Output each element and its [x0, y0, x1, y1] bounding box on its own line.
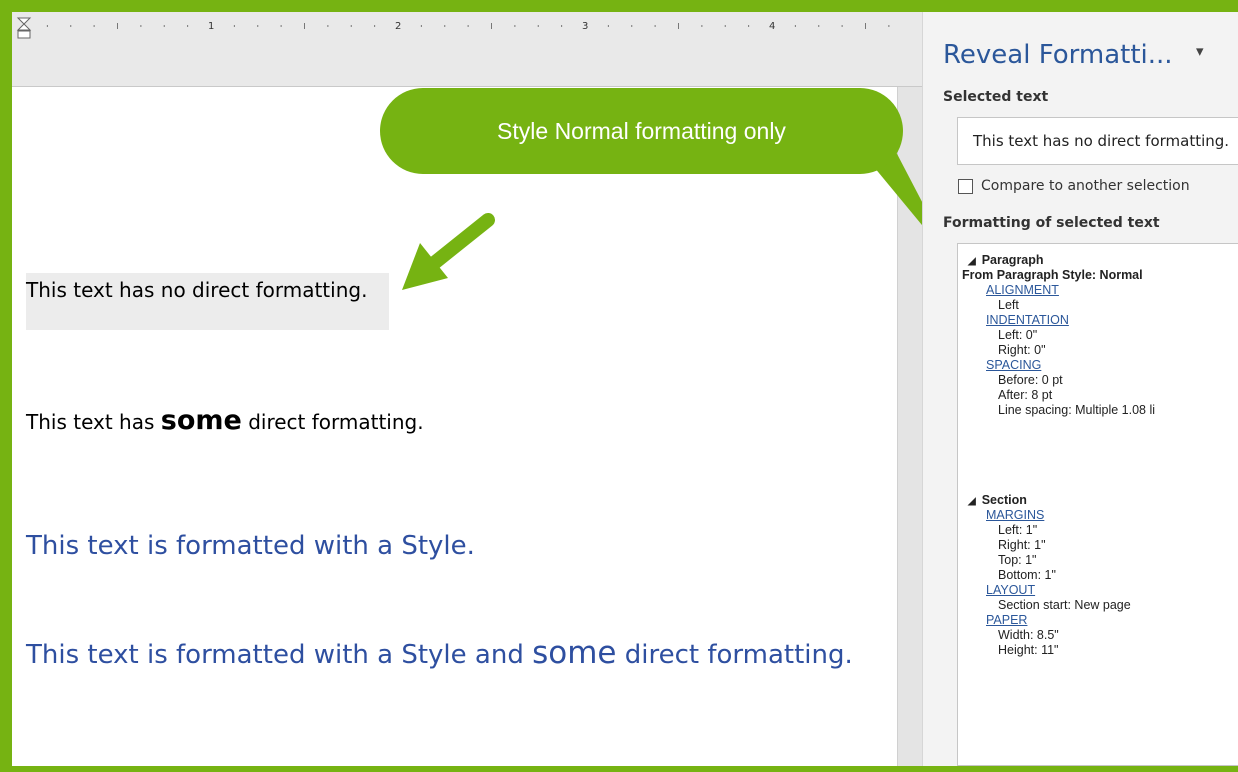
alignment-link[interactable]: ALIGNMENT — [986, 283, 1059, 297]
paragraph-header-label: Paragraph — [981, 253, 1044, 267]
spacing-link[interactable]: SPACING — [986, 358, 1041, 372]
compare-selection-row[interactable]: Compare to another selection — [958, 178, 1190, 194]
left-indent-box-icon — [17, 30, 31, 39]
frame-bottom-border — [0, 766, 1238, 772]
indent-left-value: Left: 0" — [998, 328, 1038, 342]
margin-left-value: Left: 1" — [998, 523, 1038, 537]
doc-line-styled-direct[interactable]: This text is formatted with a Style and … — [26, 635, 853, 671]
ruler-number-3: 3 — [582, 21, 589, 32]
section-header[interactable]: ◢ Section — [968, 493, 1027, 509]
line4-big-word: some — [532, 635, 617, 671]
paragraph-header[interactable]: ◢ Paragraph — [968, 253, 1044, 269]
horizontal-ruler[interactable]: 1 2 3 4 — [12, 12, 922, 87]
selected-text-preview[interactable]: This text has no direct formatting. — [957, 117, 1238, 165]
formatting-label: Formatting of selected text — [943, 215, 1160, 231]
line2-text-before: This text has — [26, 410, 161, 434]
layout-link[interactable]: LAYOUT — [986, 583, 1035, 597]
paper-link[interactable]: PAPER — [986, 613, 1027, 627]
document-page[interactable]: This text has no direct formatting. This… — [12, 87, 897, 766]
line2-bold-word: some — [160, 405, 242, 436]
spacing-after-value: After: 8 pt — [998, 388, 1053, 402]
frame-left-border — [0, 0, 12, 772]
pane-options-dropdown-icon[interactable]: ▾ — [1196, 42, 1204, 60]
collapse-triangle-icon[interactable]: ◢ — [968, 495, 976, 509]
ruler-ticks — [16, 17, 890, 39]
indentation-link[interactable]: INDENTATION — [986, 313, 1069, 327]
margin-top-value: Top: 1" — [998, 553, 1037, 567]
line2-text-after: direct formatting. — [241, 410, 424, 434]
line4-text-before: This text is formatted with a Style and — [26, 640, 533, 670]
section-header-label: Section — [981, 493, 1027, 507]
alignment-value: Left — [998, 298, 1019, 312]
paper-width-value: Width: 8.5" — [998, 628, 1059, 642]
doc-line-no-direct-formatting[interactable]: This text has no direct formatting. — [26, 273, 390, 330]
formatting-details-box: ◢ Paragraph From Paragraph Style: Normal … — [957, 243, 1238, 766]
section-start-value: Section start: New page — [998, 598, 1131, 612]
indent-marker-icon — [16, 17, 32, 31]
line-spacing-value: Line spacing: Multiple 1.08 li — [998, 403, 1156, 417]
ruler-number-2: 2 — [395, 21, 402, 32]
spacing-before-value: Before: 0 pt — [998, 373, 1063, 387]
document-scrollbar[interactable] — [897, 87, 923, 766]
pane-title: Reveal Formatti... — [943, 40, 1173, 70]
ruler-number-1: 1 — [208, 21, 215, 32]
doc-line-styled[interactable]: This text is formatted with a Style. — [26, 531, 475, 561]
ruler-number-4: 4 — [769, 21, 776, 32]
line4-text-after: direct formatting. — [616, 640, 853, 670]
margins-link[interactable]: MARGINS — [986, 508, 1044, 522]
callout-bubble: Style Normal formatting only — [380, 88, 903, 174]
reveal-formatting-pane: Reveal Formatti... ▾ Selected text This … — [922, 12, 1238, 766]
frame-top-border — [0, 0, 1238, 12]
selected-text-label: Selected text — [943, 89, 1049, 105]
doc-line-some-direct-formatting[interactable]: This text has some direct formatting. — [26, 405, 424, 436]
compare-label: Compare to another selection — [981, 178, 1190, 194]
compare-checkbox[interactable] — [958, 178, 973, 194]
from-paragraph-style: From Paragraph Style: Normal — [962, 268, 1143, 282]
indent-right-value: Right: 0" — [998, 343, 1046, 357]
margin-right-value: Right: 1" — [998, 538, 1046, 552]
margin-bottom-value: Bottom: 1" — [998, 568, 1056, 582]
paper-height-value: Height: 11" — [998, 643, 1059, 657]
collapse-triangle-icon[interactable]: ◢ — [968, 255, 976, 269]
callout-text: Style Normal formatting only — [497, 117, 786, 144]
